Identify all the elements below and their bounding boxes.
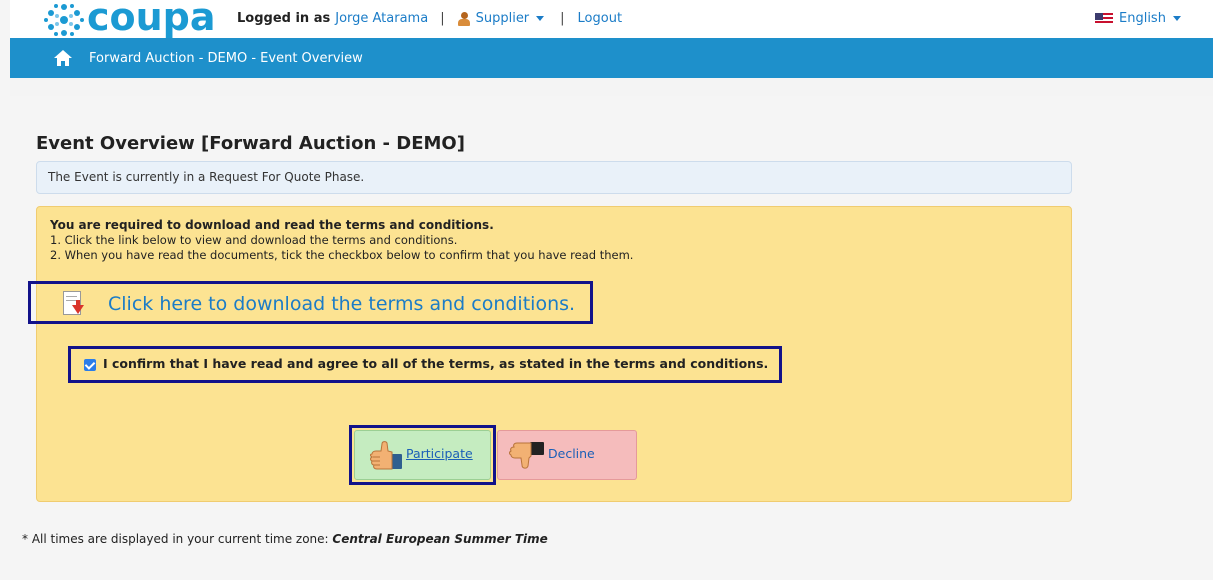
thumbs-down-icon bbox=[509, 442, 544, 469]
chevron-down-icon[interactable] bbox=[536, 16, 545, 21]
language-label: English bbox=[1119, 11, 1166, 26]
confirm-terms-highlight: I confirm that I have read and agree to … bbox=[68, 346, 782, 383]
download-terms-link[interactable]: Click here to download the terms and con… bbox=[108, 293, 575, 315]
download-document-icon bbox=[63, 291, 85, 319]
decline-button[interactable]: Decline bbox=[497, 430, 637, 480]
chevron-down-icon bbox=[1172, 16, 1181, 21]
decline-label[interactable]: Decline bbox=[548, 446, 595, 461]
user-name-link[interactable]: Jorge Atarama bbox=[335, 11, 428, 26]
language-selector[interactable]: English bbox=[1095, 11, 1181, 26]
supplier-menu[interactable]: Supplier bbox=[476, 11, 530, 26]
phase-notice: The Event is currently in a Request For … bbox=[36, 161, 1072, 194]
page-title: Event Overview [Forward Auction - DEMO] bbox=[36, 133, 465, 154]
confirm-terms-label[interactable]: I confirm that I have read and agree to … bbox=[103, 356, 768, 371]
download-terms-highlight[interactable]: Click here to download the terms and con… bbox=[28, 281, 593, 324]
login-info: Logged in as Jorge Atarama | Supplier | … bbox=[237, 11, 622, 26]
top-header: coupa Logged in as Jorge Atarama | Suppl… bbox=[10, 0, 1213, 38]
terms-heading: You are required to download and read th… bbox=[50, 218, 494, 232]
content-top-spacer bbox=[10, 78, 1213, 96]
us-flag-icon bbox=[1095, 12, 1113, 25]
breadcrumb[interactable]: Forward Auction - DEMO - Event Overview bbox=[89, 51, 363, 66]
thumbs-up-icon bbox=[370, 441, 402, 470]
participate-label[interactable]: Participate bbox=[406, 446, 473, 461]
confirm-terms-checkbox[interactable] bbox=[84, 359, 96, 371]
logged-in-label: Logged in as bbox=[237, 11, 331, 26]
terms-step-2: 2. When you have read the documents, tic… bbox=[50, 248, 634, 262]
timezone-prefix: * All times are displayed in your curren… bbox=[22, 532, 329, 546]
logo-text: coupa bbox=[87, 0, 216, 39]
terms-step-1: 1. Click the link below to view and down… bbox=[50, 233, 458, 247]
participate-button[interactable]: Participate bbox=[354, 430, 491, 480]
coupa-logo[interactable]: coupa bbox=[44, 0, 216, 39]
home-icon[interactable] bbox=[54, 50, 72, 66]
logout-link[interactable]: Logout bbox=[578, 11, 623, 26]
separator: | bbox=[440, 11, 445, 26]
separator: | bbox=[560, 11, 565, 26]
coupa-logo-icon bbox=[44, 4, 84, 36]
timezone-note: * All times are displayed in your curren… bbox=[22, 532, 548, 546]
supplier-icon bbox=[457, 11, 470, 26]
timezone-value: Central European Summer Time bbox=[332, 532, 548, 546]
